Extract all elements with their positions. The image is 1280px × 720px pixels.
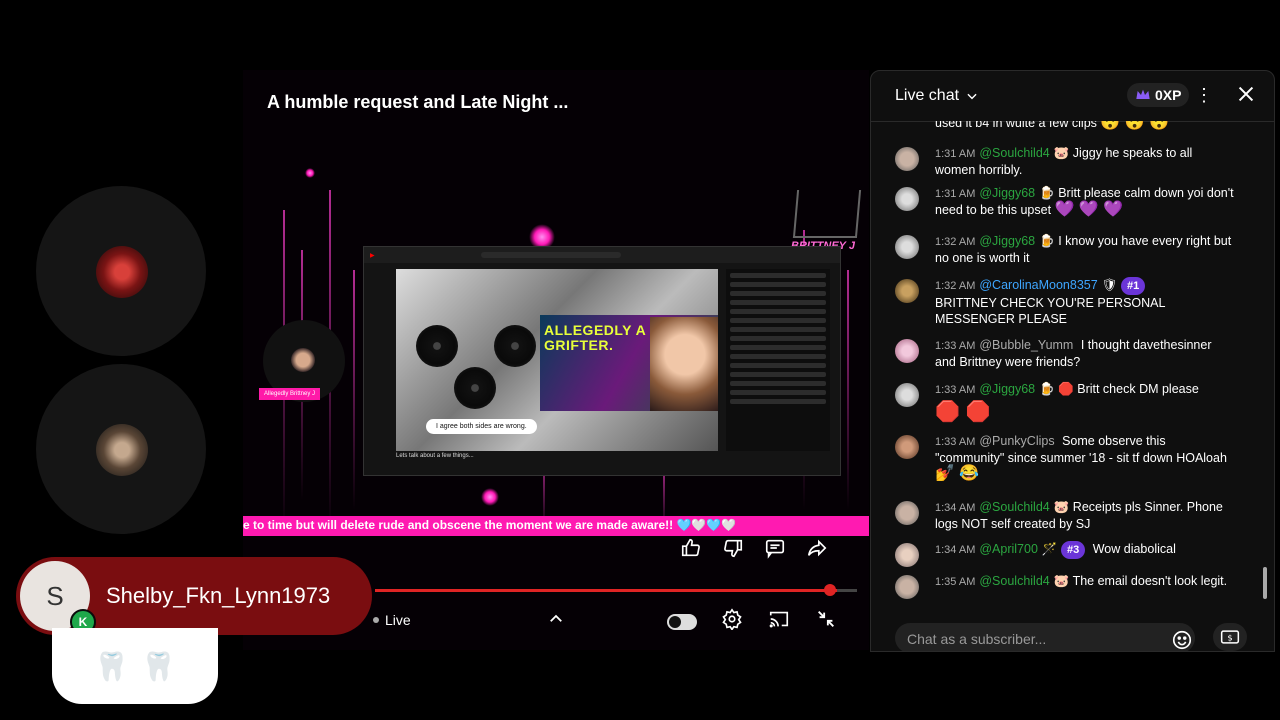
settings-gear-icon[interactable]: [721, 608, 743, 635]
participant-avatar-2[interactable]: [96, 424, 148, 476]
streamer-cam-face: [291, 348, 315, 372]
chat-avatar[interactable]: [895, 501, 919, 525]
close-icon[interactable]: [1235, 83, 1257, 110]
live-label: Live: [385, 612, 411, 628]
screen-share-chat: [726, 269, 830, 451]
banner-face: [650, 317, 718, 411]
player-controls: [667, 608, 837, 635]
share-icon[interactable]: [805, 536, 829, 560]
emoji-icon[interactable]: [1171, 629, 1193, 651]
chat-message: 1:33 AM @Jiggy68 🍺 🛑 Britt check DM please…: [895, 381, 1235, 426]
live-indicator[interactable]: Live: [373, 612, 411, 628]
chat-avatar[interactable]: [895, 235, 919, 259]
vinyl-record-icon: [416, 325, 458, 367]
chat-avatar[interactable]: [895, 575, 919, 599]
participant-avatar-1[interactable]: [96, 246, 148, 298]
chat-avatar[interactable]: [895, 435, 919, 459]
chat-mode-dropdown[interactable]: Live chat: [895, 87, 979, 105]
tooth-emoji: 🦷: [141, 650, 176, 682]
crown-icon: [1136, 89, 1150, 99]
rank-badge: #1: [1121, 277, 1146, 295]
progress-scrubber[interactable]: [824, 584, 836, 596]
chevron-down-icon: [967, 93, 977, 100]
screen-share-video: ALLEGEDLY A GRIFTER. I agree both sides …: [396, 269, 718, 451]
video-title: A humble request and Late Night ...: [267, 92, 569, 112]
chat-avatar[interactable]: [895, 339, 919, 363]
xp-value: 0XP: [1155, 87, 1182, 103]
screen-share-searchbar: [480, 252, 621, 258]
decor-glow: [305, 168, 315, 178]
screen-share-topbar: ▶: [364, 247, 840, 263]
exit-fullscreen-icon[interactable]: [815, 608, 837, 635]
chat-message: 1:31 AM @Jiggy68 🍺 Britt please calm down …: [895, 185, 1235, 218]
ticker-text: e to time but will delete rude and obsce…: [243, 518, 737, 532]
like-icon[interactable]: [679, 536, 703, 560]
screen-share-caption: I agree both sides are wrong.: [426, 419, 537, 434]
chat-messages[interactable]: used it b4 in wuite a few clips 😯 😯 😯 1:…: [871, 121, 1263, 613]
chevron-up-icon[interactable]: [547, 610, 565, 633]
screen-share-video-title: Lets talk about a few things...: [396, 453, 474, 459]
chat-input-placeholder[interactable]: Chat as a subscriber...: [907, 631, 1046, 647]
user-name: Shelby_Fkn_Lynn1973: [106, 583, 331, 608]
chat-avatar[interactable]: [895, 147, 919, 171]
youtube-logo-icon: ▶: [370, 252, 375, 259]
chat-avatar[interactable]: [895, 279, 919, 303]
chat-message-fragment: used it b4 in wuite a few clips 😯 😯 😯: [935, 121, 1170, 131]
vinyl-record-icon: [454, 367, 496, 409]
rank-badge: #3: [1060, 541, 1086, 559]
chat-header: Live chat 0XP ⋮: [871, 71, 1274, 122]
chat-message: 1:34 AM @Soulchild4 🐷 Receipts pls Sinner.…: [895, 499, 1235, 532]
video-actions: [679, 536, 829, 560]
decor-streak: [847, 270, 849, 510]
ticker-bar: e to time but will delete rude and obsce…: [243, 516, 869, 536]
chat-avatar[interactable]: [895, 383, 919, 407]
autoplay-toggle[interactable]: [667, 613, 697, 630]
progress-bar-remaining: [837, 589, 857, 592]
tooth-emoji: 🦷: [94, 650, 129, 682]
live-dot-icon: [373, 617, 379, 623]
chat-scrollbar[interactable]: [1263, 567, 1267, 599]
decor-glow: [481, 488, 499, 506]
progress-bar[interactable]: [375, 589, 837, 592]
live-chat-panel: Live chat 0XP ⋮ used it b4 in wuite a fe…: [870, 70, 1275, 652]
more-options-icon[interactable]: ⋮: [1195, 85, 1213, 106]
chat-message: 1:32 AM @Jiggy68 🍺 I know you have every r…: [895, 233, 1235, 266]
chat-title: Live chat: [895, 87, 960, 104]
chat-message: 1:35 AM @Soulchild4 🐷 The email doesn't lo…: [895, 573, 1235, 599]
chat-avatar[interactable]: [895, 543, 919, 567]
cast-icon[interactable]: [767, 608, 791, 635]
svg-text:$: $: [1227, 632, 1232, 642]
screen-share-banner: ALLEGEDLY A GRIFTER.: [540, 315, 718, 411]
chat-message: 1:33 AM @Bubble_Yumm I thought davethesin…: [895, 337, 1235, 370]
chat-avatar[interactable]: [895, 187, 919, 211]
user-message-box: 🦷 🦷: [52, 628, 218, 704]
screen-share: ▶ ALLEGEDLY A GRIFTER. I agree both side…: [363, 246, 841, 476]
xp-badge[interactable]: 0XP: [1127, 83, 1190, 107]
chat-message: 1:33 AM @PunkyClips Some observe this "co…: [895, 433, 1235, 482]
dislike-icon[interactable]: [721, 536, 745, 560]
chat-input-area: Chat as a subscriber... $: [871, 615, 1274, 651]
comment-icon[interactable]: [763, 536, 787, 560]
crown-icon: [792, 190, 862, 238]
streamer-cam-label: Allegedly Brittney J: [259, 388, 321, 400]
decor-streak: [353, 270, 355, 510]
vinyl-record-icon: [494, 325, 536, 367]
chat-message: 1:34 AM @April700 🪄 #3 Wow diabolical: [895, 541, 1235, 567]
chat-message: 1:31 AM @Soulchild4 🐷 Jiggy he speaks to a…: [895, 145, 1235, 178]
super-chat-icon[interactable]: $: [1213, 623, 1247, 651]
chat-message: 1:32 AM @CarolinaMoon8357 🛡 #1 BRITTNEY CHE…: [895, 277, 1235, 327]
